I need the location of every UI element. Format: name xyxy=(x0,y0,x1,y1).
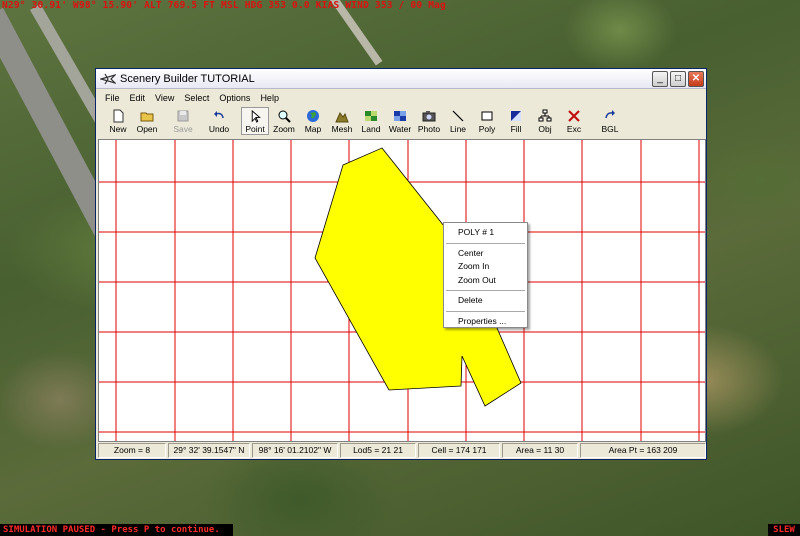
land-button[interactable]: Land xyxy=(357,107,385,135)
poly-icon xyxy=(481,111,493,121)
photo-label: Photo xyxy=(417,124,441,134)
globe-icon xyxy=(307,110,319,122)
open-folder-icon xyxy=(140,112,154,122)
land-icon xyxy=(365,111,377,121)
water-icon xyxy=(394,111,406,121)
point-button[interactable]: Point xyxy=(241,107,269,135)
new-label: New xyxy=(109,124,127,134)
line-label: Line xyxy=(449,124,467,134)
open-label: Open xyxy=(136,124,158,134)
context-delete[interactable]: Delete xyxy=(444,294,527,308)
undo-icon xyxy=(214,111,224,119)
water-label: Water xyxy=(388,124,412,134)
save-icon xyxy=(177,110,189,122)
fill-label: Fill xyxy=(510,124,522,134)
save-button[interactable]: Save xyxy=(169,107,197,135)
pointer-icon xyxy=(251,110,261,123)
menu-separator xyxy=(446,242,525,244)
map-canvas[interactable] xyxy=(98,139,706,442)
zoom-status: Zoom = 8 xyxy=(98,443,166,458)
area-status: Area = 11 30 xyxy=(502,443,578,458)
maximize-button[interactable]: □ xyxy=(670,70,686,87)
scenery-builder-window: Scenery Builder TUTORIAL _ □ ✕ File Edit… xyxy=(95,68,707,460)
line-icon xyxy=(452,110,464,122)
mesh-button[interactable]: Mesh xyxy=(328,107,356,135)
context-zoom-out[interactable]: Zoom Out xyxy=(444,274,527,288)
window-title: Scenery Builder TUTORIAL xyxy=(120,72,255,85)
title-bar[interactable]: Scenery Builder TUTORIAL _ □ ✕ xyxy=(96,69,706,89)
land-label: Land xyxy=(361,124,381,134)
exclude-icon xyxy=(568,110,580,122)
point-label: Point xyxy=(245,124,265,134)
mesh-icon xyxy=(335,112,349,123)
area-point-status: Area Pt = 163 209 xyxy=(580,443,706,458)
save-label: Save xyxy=(173,124,193,134)
photo-button[interactable]: Photo xyxy=(415,107,443,135)
context-header: POLY # 1 xyxy=(458,227,495,237)
context-zoom-in[interactable]: Zoom In xyxy=(444,260,527,274)
status-bar: Zoom = 8 29° 32' 39.1547" N 98° 16' 01.2… xyxy=(98,443,706,458)
bgl-label: BGL xyxy=(601,124,619,134)
latitude-status: 29° 32' 39.1547" N xyxy=(168,443,250,458)
undo-button[interactable]: Undo xyxy=(205,107,233,135)
menu-help[interactable]: Help xyxy=(255,93,284,103)
obj-button[interactable]: Obj xyxy=(531,107,559,135)
airplane-icon xyxy=(100,73,116,84)
new-button[interactable]: New xyxy=(104,107,132,135)
lod-status: Lod5 = 21 21 xyxy=(340,443,416,458)
simulation-paused-banner: SIMULATION PAUSED - Press P to continue. xyxy=(0,524,233,536)
obj-label: Obj xyxy=(538,124,552,134)
menu-options[interactable]: Options xyxy=(214,93,255,103)
slew-mode-indicator: SLEW xyxy=(768,524,800,536)
menu-edit[interactable]: Edit xyxy=(125,93,151,103)
zoom-label: Zoom xyxy=(273,124,295,134)
menu-file[interactable]: File xyxy=(100,93,125,103)
longitude-status: 98° 16' 01.2102" W xyxy=(252,443,338,458)
menu-separator xyxy=(446,290,525,291)
menu-separator xyxy=(446,310,525,312)
poly-label: Poly xyxy=(478,124,496,134)
map-label: Map xyxy=(304,124,322,134)
cell-status: Cell = 174 171 xyxy=(418,443,500,458)
bgl-button[interactable]: BGL xyxy=(596,107,624,135)
magnifier-icon xyxy=(278,110,291,123)
bgl-icon xyxy=(605,110,615,119)
context-menu: POLY # 1 Center Zoom In Zoom Out Delete … xyxy=(443,222,528,328)
poly-button[interactable]: Poly xyxy=(473,107,501,135)
mesh-label: Mesh xyxy=(331,124,353,134)
minimize-button[interactable]: _ xyxy=(652,70,668,87)
flight-hud-readout: N29° 30.91' W98° 15.90' ALT 769.5 FT MSL… xyxy=(2,0,446,11)
menu-view[interactable]: View xyxy=(150,93,179,103)
toolbar: New Open Save Undo Point Zoom Map Mesh L… xyxy=(96,107,706,137)
exc-label: Exc xyxy=(566,124,582,134)
open-button[interactable]: Open xyxy=(133,107,161,135)
camera-icon xyxy=(422,111,436,122)
zoom-button[interactable]: Zoom xyxy=(270,107,298,135)
fill-button[interactable]: Fill xyxy=(502,107,530,135)
object-icon xyxy=(538,109,552,122)
line-button[interactable]: Line xyxy=(444,107,472,135)
menu-select[interactable]: Select xyxy=(179,93,214,103)
context-center[interactable]: Center xyxy=(444,247,527,261)
water-button[interactable]: Water xyxy=(386,107,414,135)
fill-icon xyxy=(511,111,521,121)
close-button[interactable]: ✕ xyxy=(688,70,704,87)
undo-label: Undo xyxy=(208,124,230,134)
new-file-icon xyxy=(113,109,124,123)
context-properties[interactable]: Properties ... xyxy=(444,315,527,329)
menu-bar: File Edit View Select Options Help xyxy=(96,89,706,107)
exc-button[interactable]: Exc xyxy=(560,107,588,135)
map-button[interactable]: Map xyxy=(299,107,327,135)
